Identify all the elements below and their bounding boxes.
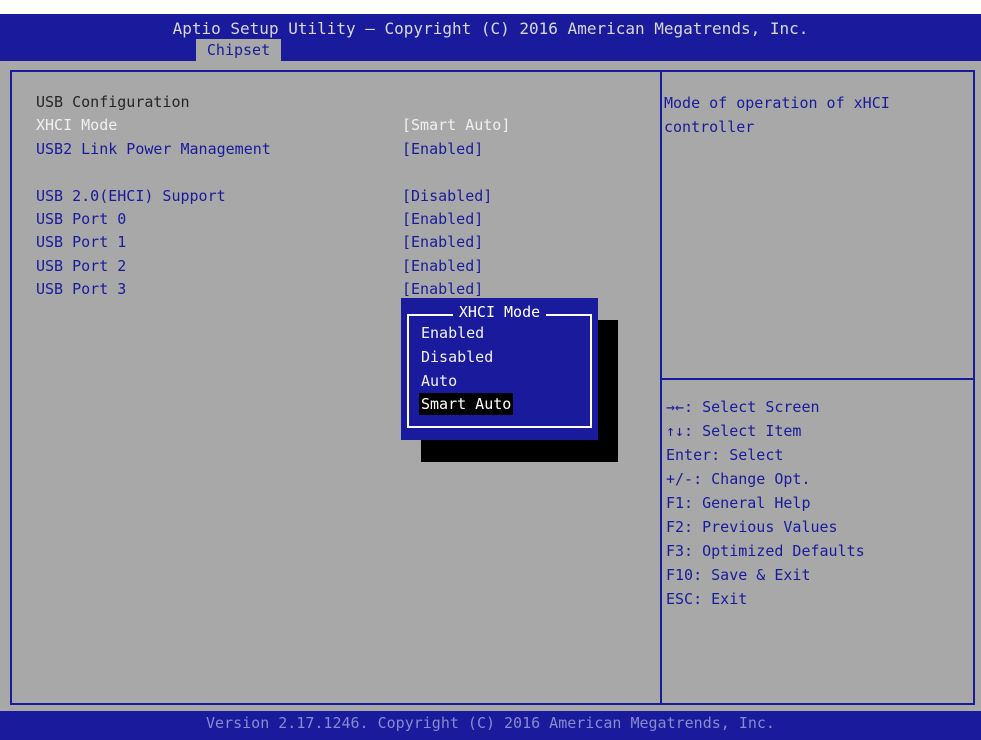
setting-usb20-ehci[interactable]: USB 2.0(EHCI) Support — [36, 186, 226, 206]
key-legend: →←: Select Screen ↑↓: Select Item Enter:… — [666, 395, 966, 611]
footer-bar: Version 2.17.1246. Copyright (C) 2016 Am… — [0, 711, 981, 740]
header-bar: Aptio Setup Utility – Copyright (C) 2016… — [0, 14, 981, 61]
popup-option-smart-auto[interactable]: Smart Auto — [419, 393, 514, 415]
key-enter-select: Enter: Select — [666, 446, 784, 464]
help-text: Mode of operation of xHCI controller — [664, 94, 890, 136]
setting-usb-port-0-value[interactable]: [Enabled] — [402, 209, 483, 229]
setting-xhci-mode[interactable]: XHCI Mode — [36, 115, 117, 135]
key-select-screen: →←: Select Screen — [666, 398, 820, 416]
bios-screen: Aptio Setup Utility – Copyright (C) 2016… — [0, 0, 981, 740]
header-title: Aptio Setup Utility – Copyright (C) 2016… — [172, 19, 809, 38]
popup-title-text: XHCI Mode — [452, 303, 547, 321]
key-optimized-defaults: F3: Optimized Defaults — [666, 542, 865, 560]
popup-option-auto[interactable]: Auto — [419, 370, 459, 392]
setting-usb-port-2[interactable]: USB Port 2 — [36, 256, 126, 276]
xhci-mode-popup: XHCI Mode Enabled Disabled Auto Smart Au… — [401, 298, 598, 440]
key-select-item: ↑↓: Select Item — [666, 422, 802, 440]
setting-usb-port-1[interactable]: USB Port 1 — [36, 232, 126, 252]
setting-usb20-ehci-value[interactable]: [Disabled] — [402, 186, 492, 206]
setting-usb-port-3[interactable]: USB Port 3 — [36, 279, 126, 299]
setting-usb2-link-power-value[interactable]: [Enabled] — [402, 139, 483, 159]
popup-option-enabled[interactable]: Enabled — [419, 322, 486, 344]
key-general-help: F1: General Help — [666, 494, 811, 512]
vertical-divider — [660, 70, 662, 705]
setting-xhci-mode-value[interactable]: [Smart Auto] — [402, 115, 510, 135]
setting-usb-port-1-value[interactable]: [Enabled] — [402, 232, 483, 252]
key-previous-values: F2: Previous Values — [666, 518, 838, 536]
key-change-opt: +/-: Change Opt. — [666, 470, 811, 488]
main-body: USB Configuration XHCI Mode [Smart Auto]… — [0, 61, 981, 711]
setting-usb-port-0[interactable]: USB Port 0 — [36, 209, 126, 229]
section-title: USB Configuration — [36, 93, 190, 111]
popup-option-disabled[interactable]: Disabled — [419, 346, 495, 368]
key-esc-exit: ESC: Exit — [666, 590, 748, 608]
horizontal-divider — [662, 378, 975, 380]
key-save-exit: F10: Save & Exit — [666, 566, 811, 584]
setting-usb-port-2-value[interactable]: [Enabled] — [402, 256, 483, 276]
setting-usb2-link-power[interactable]: USB2 Link Power Management — [36, 139, 271, 159]
setting-usb-port-3-value[interactable]: [Enabled] — [402, 279, 483, 299]
tab-chipset[interactable]: Chipset — [196, 39, 281, 61]
popup-title: XHCI Mode — [401, 303, 598, 321]
